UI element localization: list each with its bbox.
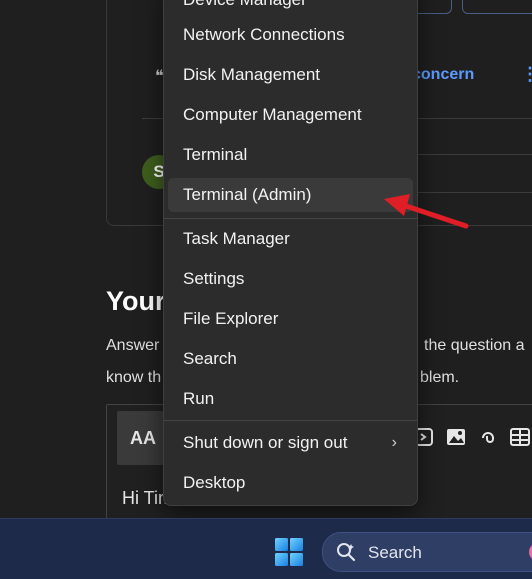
report-concern-link[interactable]: concern xyxy=(412,66,474,84)
text-format-button[interactable]: AA xyxy=(117,411,169,465)
menu-item-run[interactable]: Run xyxy=(168,382,413,416)
answer-heading: Your xyxy=(106,286,166,316)
menu-separator xyxy=(164,420,417,421)
menu-item-label: Shut down or sign out xyxy=(183,433,348,452)
answer-instructions-line2: know th xyxy=(106,369,162,386)
table-icon[interactable] xyxy=(509,426,531,448)
annotation-arrow-icon xyxy=(384,194,469,229)
menu-item-device-manager[interactable]: Device Manager xyxy=(168,0,413,17)
answer-instructions-line1-end: the question a xyxy=(424,337,525,354)
power-user-menu: Device Manager Network Connections Disk … xyxy=(163,0,418,506)
taskbar: Search xyxy=(0,518,532,579)
search-icon xyxy=(337,543,356,562)
menu-item-desktop[interactable]: Desktop xyxy=(168,466,413,500)
menu-item-settings[interactable]: Settings xyxy=(168,262,413,296)
menu-item-network-connections[interactable]: Network Connections xyxy=(168,18,413,52)
menu-item-search[interactable]: Search xyxy=(168,342,413,376)
menu-item-terminal[interactable]: Terminal xyxy=(168,138,413,172)
more-options-icon[interactable]: ⋮ xyxy=(521,64,532,85)
menu-item-terminal-admin[interactable]: Terminal (Admin) xyxy=(168,178,413,212)
menu-item-task-manager[interactable]: Task Manager xyxy=(168,222,413,256)
answer-instructions-line1: Answer xyxy=(106,337,160,354)
image-icon[interactable] xyxy=(445,426,467,448)
taskbar-search-box[interactable]: Search xyxy=(322,532,532,572)
attachment-icon[interactable] xyxy=(477,426,499,448)
chevron-right-icon: › xyxy=(391,434,397,451)
menu-item-disk-management[interactable]: Disk Management xyxy=(168,58,413,92)
menu-item-file-explorer[interactable]: File Explorer xyxy=(168,302,413,336)
menu-item-computer-management[interactable]: Computer Management xyxy=(168,98,413,132)
menu-item-shut-down-or-sign-out[interactable]: Shut down or sign out › xyxy=(168,426,413,460)
editor-toolbar xyxy=(413,426,531,448)
answer-instructions-line2-end: blem. xyxy=(420,369,460,386)
windows-start-icon[interactable] xyxy=(274,537,304,567)
search-label: Search xyxy=(368,543,422,562)
card-action-button-2[interactable] xyxy=(462,0,532,14)
